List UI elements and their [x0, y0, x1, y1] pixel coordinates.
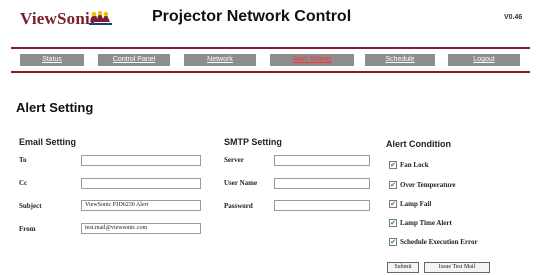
alert-condition-heading: Alert Condition: [386, 139, 451, 149]
nav-tab-logout[interactable]: Logout: [448, 54, 520, 66]
over-temperature-label: Over Temperature: [400, 181, 456, 189]
nav-tab-schedule[interactable]: Schedule: [365, 54, 435, 66]
main-nav-bar: Status Control Panel Network Alert Setti…: [11, 47, 530, 73]
fan-lock-checkbox[interactable]: ✔: [389, 161, 397, 169]
server-input[interactable]: [274, 155, 370, 166]
lamp-fail-label: Lamp Fail: [400, 200, 432, 208]
nav-tab-alert-setting[interactable]: Alert Setting: [270, 54, 354, 66]
app-title: Projector Network Control: [152, 8, 352, 25]
user-name-input[interactable]: [274, 178, 370, 189]
to-label: To: [19, 156, 27, 164]
lamp-fail-checkbox[interactable]: ✔: [389, 200, 397, 208]
password-label: Password: [224, 202, 253, 210]
from-label: From: [19, 225, 36, 233]
smtp-setting-heading: SMTP Setting: [224, 137, 282, 147]
from-input[interactable]: test.mail@viewsonic.com: [81, 223, 201, 234]
schedule-execution-error-label: Schedule Execution Error: [400, 238, 478, 246]
email-setting-heading: Email Setting: [19, 137, 77, 147]
nav-tab-status[interactable]: Status: [20, 54, 84, 66]
nav-tab-network[interactable]: Network: [184, 54, 256, 66]
schedule-execution-error-checkbox[interactable]: ✔: [389, 238, 397, 246]
over-temperature-checkbox[interactable]: ✔: [389, 181, 397, 189]
user-name-label: User Name: [224, 179, 258, 187]
viewsonic-birds-logo-icon: [89, 10, 112, 25]
viewsonic-logo: ViewSonic: [20, 9, 98, 28]
cc-label: Cc: [19, 179, 28, 187]
subject-label: Subject: [19, 202, 42, 210]
fan-lock-label: Fan Lock: [400, 161, 429, 169]
nav-tab-control-panel[interactable]: Control Panel: [98, 54, 170, 66]
subject-input[interactable]: ViewSonic PJD6230 Alert: [81, 200, 201, 211]
cc-input[interactable]: [81, 178, 201, 189]
page-title: Alert Setting: [16, 100, 94, 115]
server-label: Server: [224, 156, 244, 164]
lamp-time-alert-checkbox[interactable]: ✔: [389, 219, 397, 227]
password-input[interactable]: [274, 200, 370, 211]
submit-button[interactable]: Submit: [387, 262, 419, 273]
version-label: V0.46: [504, 14, 523, 21]
lamp-time-alert-label: Lamp Time Alert: [400, 219, 452, 227]
issue-test-mail-button[interactable]: Issue Test Mail: [424, 262, 490, 273]
to-input[interactable]: [81, 155, 201, 166]
